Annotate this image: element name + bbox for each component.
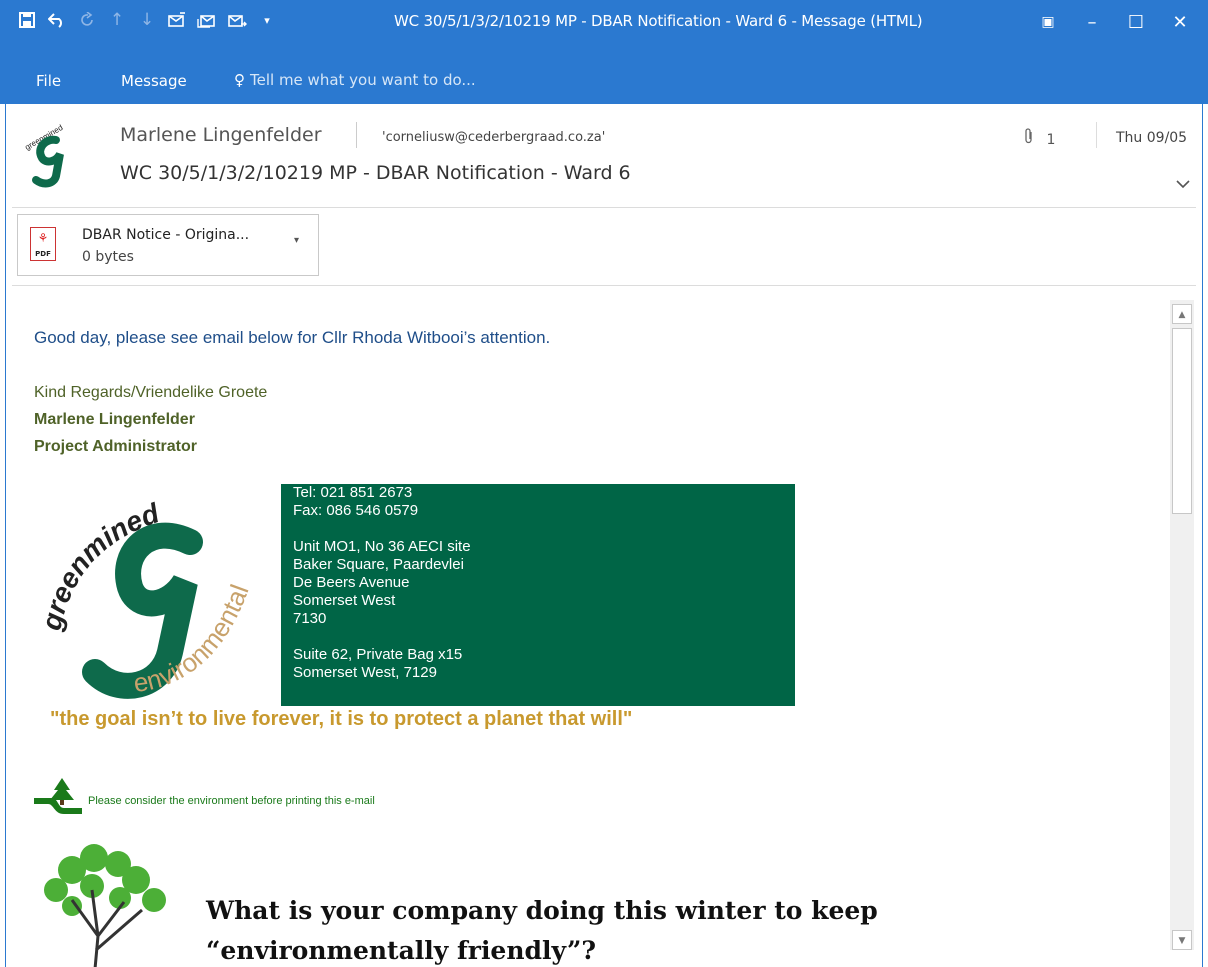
contact-line	[293, 628, 783, 646]
tell-me-text: Tell me what you want to do...	[250, 71, 476, 89]
attachment-count: 1	[1024, 128, 1055, 148]
close-button[interactable]: ✕	[1158, 8, 1202, 36]
contact-line: Unit MO1, No 36 AECI site	[293, 538, 471, 555]
customize-icon[interactable]: ▾	[252, 8, 282, 32]
ribbon-options-icon[interactable]: ▣	[1026, 8, 1070, 36]
print-note: Please consider the environment before p…	[88, 795, 375, 807]
contact-line: Suite 62, Private Bag x15	[293, 646, 463, 663]
contact-line: Tel: 021 851 2673	[293, 484, 413, 501]
reply-icon[interactable]	[162, 8, 192, 32]
header-separator-2	[1096, 122, 1097, 148]
up-arrow-icon[interactable]: ↑	[102, 8, 132, 32]
attachment-count-value: 1	[1046, 132, 1056, 148]
signature-quote: "the goal isn’t to live forever, it is t…	[50, 708, 633, 730]
contact-box: Tel: 021 851 2673 Fax: 086 546 0579 Unit…	[281, 484, 795, 706]
tree-image	[44, 844, 166, 967]
window-title: WC 30/5/1/3/2/10219 MP - DBAR Notificati…	[394, 12, 923, 30]
maximize-button[interactable]: ☐	[1114, 8, 1158, 36]
tell-me-box[interactable]: ♀ Tell me what you want to do...	[234, 71, 476, 89]
reply-all-icon[interactable]	[192, 8, 222, 32]
signature-regards: Kind Regards/Vriendelike Groete	[34, 384, 268, 401]
lightbulb-icon: ♀	[234, 71, 245, 89]
message-date: Thu 09/05	[1116, 130, 1188, 146]
attachment-size: 0 bytes	[82, 249, 134, 265]
menu-message[interactable]: Message	[121, 72, 187, 90]
vertical-scrollbar[interactable]: ▲ ▼	[1170, 300, 1194, 950]
undo-icon[interactable]	[42, 8, 72, 32]
message-body: Good day, please see email below for Cll…	[6, 292, 1166, 967]
signature-role: Project Administrator	[34, 438, 197, 455]
window-border-right	[1202, 104, 1203, 967]
winter-heading-line1: What is your company doing this winter t…	[206, 896, 878, 925]
sender-logo: greenmined	[19, 123, 83, 188]
recipient-address[interactable]: 'corneliusw@cederbergraad.co.za'	[382, 130, 605, 145]
chevron-down-icon[interactable]	[1176, 174, 1190, 193]
message-subject: WC 30/5/1/3/2/10219 MP - DBAR Notificati…	[120, 162, 631, 184]
quick-access-toolbar: ↑ ↓ ▾	[12, 8, 282, 32]
signature-name: Marlene Lingenfelder	[34, 411, 195, 428]
header-separator	[356, 122, 357, 148]
contact-line: De Beers Avenue	[293, 574, 410, 591]
scroll-thumb[interactable]	[1172, 328, 1192, 514]
attachment-dropdown-icon[interactable]: ▾	[294, 235, 299, 246]
contact-line: 7130	[293, 610, 327, 627]
menu-file[interactable]: File	[36, 72, 61, 90]
scroll-up-button[interactable]: ▲	[1172, 304, 1192, 324]
attachment-name: DBAR Notice - Origina...	[82, 227, 250, 243]
header-divider	[12, 207, 1196, 208]
contact-line: Baker Square, Paardevlei	[293, 556, 464, 573]
company-logo: greenmined environmental	[40, 497, 255, 699]
sender-name[interactable]: Marlene Lingenfelder	[120, 124, 322, 146]
attachment-divider	[12, 285, 1196, 286]
pdf-icon-label: PDF	[35, 250, 51, 258]
minimize-button[interactable]: –	[1070, 8, 1114, 36]
pdf-icon: ⚘ PDF	[30, 227, 56, 261]
scroll-down-button[interactable]: ▼	[1172, 930, 1192, 950]
eco-print-icon	[34, 778, 82, 814]
message-header: greenmined Marlene Lingenfelder 'corneli…	[6, 104, 1202, 207]
contact-line: Somerset West, 7129	[293, 664, 437, 681]
title-bar: ↑ ↓ ▾ WC 30/5/1/3/2/10219 MP - DBAR Noti…	[0, 0, 1208, 62]
contact-line: Fax: 086 546 0579	[293, 502, 419, 519]
attachment-item[interactable]: ⚘ PDF DBAR Notice - Origina... 0 bytes ▾	[17, 214, 319, 276]
window-controls: ▣ – ☐ ✕	[1026, 8, 1202, 36]
menu-bar: File Message ♀ Tell me what you want to d…	[0, 62, 1208, 104]
redo-icon[interactable]	[72, 8, 102, 32]
paperclip-icon	[1024, 128, 1038, 148]
forward-icon[interactable]	[222, 8, 252, 32]
greeting-text: Good day, please see email below for Cll…	[34, 328, 551, 347]
contact-line	[293, 520, 783, 538]
winter-heading-line2: “environmentally friendly”?	[206, 936, 596, 965]
contact-line: Somerset West	[293, 592, 396, 609]
down-arrow-icon[interactable]: ↓	[132, 8, 162, 32]
save-icon[interactable]	[12, 8, 42, 32]
